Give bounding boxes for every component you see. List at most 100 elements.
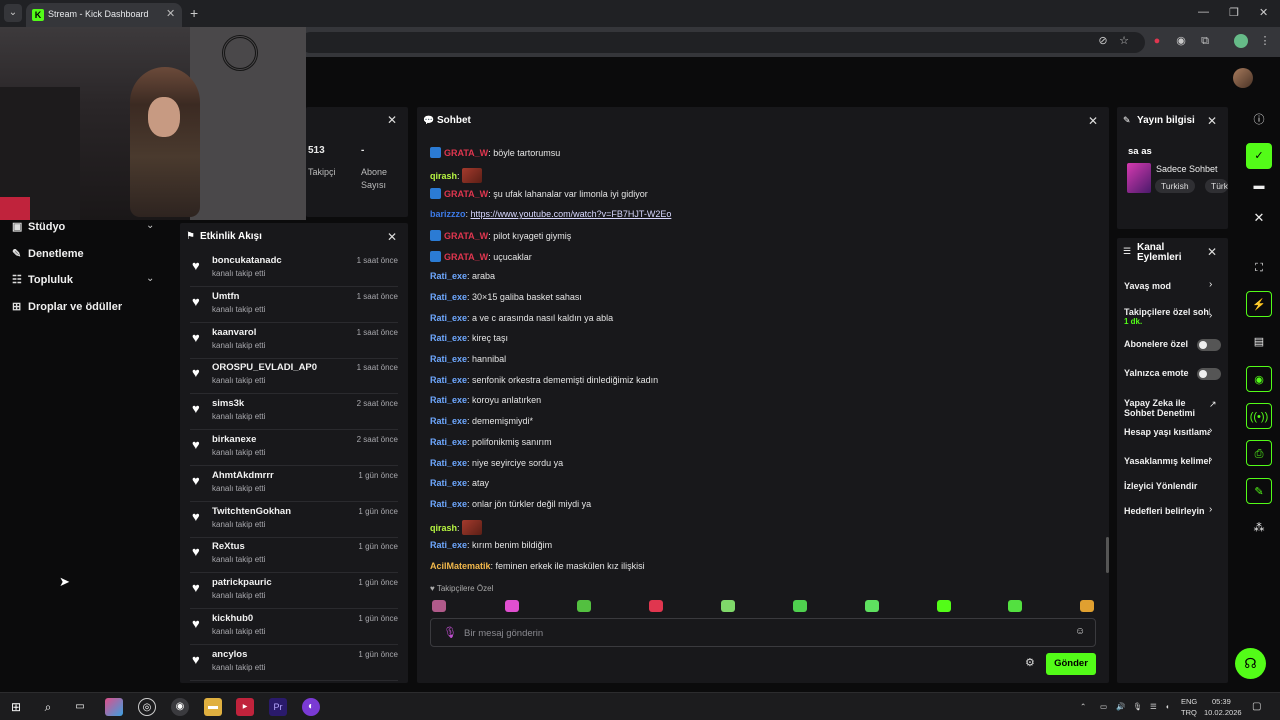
emote-icon[interactable] xyxy=(432,600,446,612)
tray-network-icon[interactable]: ☰ xyxy=(1150,702,1157,711)
minimize-icon[interactable]: — xyxy=(1198,6,1209,18)
obs-icon[interactable]: ◎ xyxy=(138,698,156,716)
activity-item[interactable]: ♥ sims3k kanalı takip etti 2 saat önce xyxy=(190,394,398,431)
chevron-right-icon[interactable]: › xyxy=(1209,279,1212,290)
tray-sound-icon[interactable]: 🔊 xyxy=(1116,702,1125,711)
chat-username[interactable]: Rati_exe xyxy=(430,416,467,426)
file-explorer-icon[interactable]: ▬ xyxy=(204,698,222,716)
activity-item[interactable]: ♥ ancylos kanalı takip etti 1 gün önce xyxy=(190,645,398,681)
extensions-puzzle-icon[interactable]: ⧉ xyxy=(1198,34,1212,48)
printer-icon[interactable]: ⎙ xyxy=(1246,440,1272,466)
gear-icon[interactable]: ⚙ xyxy=(1025,656,1035,669)
chat-username[interactable]: Rati_exe xyxy=(430,540,467,550)
address-bar[interactable] xyxy=(300,32,1145,53)
search-icon[interactable]: ⌕ xyxy=(39,698,57,716)
toggle-switch[interactable] xyxy=(1197,339,1221,351)
fullscreen-icon[interactable]: ⛶ xyxy=(1246,255,1272,281)
chat-username[interactable]: Rati_exe xyxy=(430,499,467,509)
chat-message[interactable]: GRATA_W: böyle tartorumsu xyxy=(430,147,560,158)
chat-bubble-icon[interactable]: ◉ xyxy=(1246,366,1272,392)
activity-item[interactable]: ♥ Umtfn kanalı takip etti 1 saat önce xyxy=(190,287,398,323)
video-app-icon[interactable]: ▶ xyxy=(236,698,254,716)
chat-message[interactable]: Rati_exe: atay xyxy=(430,478,489,488)
profile-icon[interactable] xyxy=(1234,34,1248,48)
chevron-right-icon[interactable]: › xyxy=(1209,454,1212,465)
emote-icon[interactable] xyxy=(1008,600,1022,612)
notification-icon[interactable]: ▢ xyxy=(1252,701,1261,712)
chat-message[interactable]: GRATA_W: uçucaklar xyxy=(430,250,532,262)
new-tab-button[interactable]: + xyxy=(190,5,198,21)
chat-username[interactable]: GRATA_W xyxy=(444,252,488,262)
chat-input[interactable]: 🎙 Bir mesaj gönderin ☺ xyxy=(430,618,1096,647)
activity-item[interactable]: ♥ ReXtus kanalı takip etti 1 gün önce xyxy=(190,537,398,574)
task-view-icon[interactable]: ▭ xyxy=(71,698,89,716)
close-icon[interactable]: ✕ xyxy=(1207,245,1217,259)
chat-username[interactable]: barizzzo xyxy=(430,209,466,219)
tray-app-icon[interactable]: ▭ xyxy=(1100,702,1107,711)
close-icon[interactable]: ✕ xyxy=(387,230,397,244)
activity-item[interactable]: ♥ kickhub0 kanalı takip etti 1 gün önce xyxy=(190,609,398,645)
activity-item[interactable]: ♥ patrickpauric kanalı takip etti 1 gün önc… xyxy=(190,573,398,610)
chat-username[interactable]: Rati_exe xyxy=(430,354,467,364)
chat-message[interactable]: Rati_exe: araba xyxy=(430,271,495,281)
restore-icon[interactable]: ❐ xyxy=(1229,6,1239,19)
layout-icon[interactable]: ▬ xyxy=(1246,173,1272,199)
activity-item[interactable]: ♥ TwitchtenGokhan kanalı takip etti 1 gün ö… xyxy=(190,502,398,538)
check-icon[interactable]: ✓ xyxy=(1246,143,1272,169)
emote-icon[interactable] xyxy=(649,600,663,612)
sidebar-item-moderation[interactable]: ✎ Denetleme xyxy=(12,247,84,260)
share-icon[interactable]: ⁂ xyxy=(1246,515,1272,541)
extension-circle-icon[interactable]: ◉ xyxy=(1174,34,1188,48)
sidebar-item-drops[interactable]: ⊞ Droplar ve ödüller xyxy=(12,300,122,313)
chat-username[interactable]: GRATA_W xyxy=(444,189,488,199)
toggle-switch[interactable] xyxy=(1197,368,1221,380)
chat-link[interactable]: https://www.youtube.com/watch?v=FB7HJT-W… xyxy=(471,209,672,219)
tab-close-icon[interactable]: ✕ xyxy=(166,7,175,20)
avatar[interactable] xyxy=(1233,68,1253,88)
chat-username[interactable]: Rati_exe xyxy=(430,437,467,447)
activity-item[interactable]: ♥ kaanvarol kanalı takip etti 1 saat önce xyxy=(190,323,398,359)
chevron-right-icon[interactable]: › xyxy=(1209,504,1212,515)
lightning-icon[interactable]: ⚡ xyxy=(1246,291,1272,317)
emote-icon[interactable] xyxy=(505,600,519,612)
microphone-icon[interactable]: 🎙 xyxy=(443,626,457,639)
chat-username[interactable]: Rati_exe xyxy=(430,292,467,302)
chrome-icon[interactable]: ◉ xyxy=(171,698,189,716)
chat-message[interactable]: GRATA_W: pilot kıyageti giymiş xyxy=(430,229,571,241)
chat-message[interactable]: Rati_exe: kırım benim bildiğim xyxy=(430,540,552,550)
chat-username[interactable]: Rati_exe xyxy=(430,395,467,405)
tab-search-button[interactable]: ⌄ xyxy=(4,4,22,22)
close-icon[interactable]: ✕ xyxy=(1207,114,1217,128)
chat-username[interactable]: Rati_exe xyxy=(430,313,467,323)
clock-time[interactable]: 05:39 xyxy=(1212,697,1231,706)
star-icon[interactable]: ☆ xyxy=(1117,34,1131,48)
chat-message[interactable]: GRATA_W: şu ufak lahanalar var limonla i… xyxy=(430,188,648,200)
chat-message[interactable]: Rati_exe: a ve c arasında nasıl kaldın y… xyxy=(430,313,613,323)
copilot-icon[interactable] xyxy=(105,698,123,716)
close-icon[interactable]: ✕ xyxy=(1088,114,1098,128)
chat-username[interactable]: GRATA_W xyxy=(444,231,488,241)
chevron-down-icon[interactable]: ⌄ xyxy=(146,273,154,284)
chat-message[interactable]: Rati_exe: hannibal xyxy=(430,354,506,364)
close-icon[interactable]: ✕ xyxy=(387,113,397,127)
chat-username[interactable]: qirash xyxy=(430,523,457,533)
activity-item[interactable]: ♥ OROSPU_EVLADI_AP0 kanalı takip etti 1 saa… xyxy=(190,358,398,395)
wrench-icon[interactable]: ✎ xyxy=(1246,478,1272,504)
external-link-icon[interactable]: ↗ xyxy=(1209,399,1217,410)
emote-icon[interactable] xyxy=(721,600,735,612)
chevron-down-icon[interactable]: ⌄ xyxy=(146,220,154,231)
chat-message[interactable]: Rati_exe: onlar jön türkler değil miydi … xyxy=(430,499,591,509)
discord-icon[interactable]: ◐ xyxy=(302,698,320,716)
info-icon[interactable]: ⓘ xyxy=(1246,107,1272,133)
sidebar-item-studio[interactable]: ▣ Stüdyo xyxy=(12,220,65,233)
chat-username[interactable]: AcilMatematik xyxy=(430,561,491,571)
language-indicator[interactable]: ENG xyxy=(1181,697,1197,706)
chat-message[interactable]: Rati_exe: niye seyirciye sordu ya xyxy=(430,458,563,468)
premiere-icon[interactable]: Pr xyxy=(269,698,287,716)
tray-volume-icon[interactable]: ◖ xyxy=(1165,702,1170,711)
chat-message[interactable]: AcilMatematik: feminen erkek ile masküle… xyxy=(430,561,645,571)
chat-message[interactable]: Rati_exe: kireç taşı xyxy=(430,333,508,343)
eye-off-icon[interactable]: ⊘ xyxy=(1096,34,1110,48)
chat-message[interactable]: Rati_exe: senfonik orkestra dememişti di… xyxy=(430,375,658,385)
chat-scrollbar[interactable] xyxy=(1106,537,1109,573)
